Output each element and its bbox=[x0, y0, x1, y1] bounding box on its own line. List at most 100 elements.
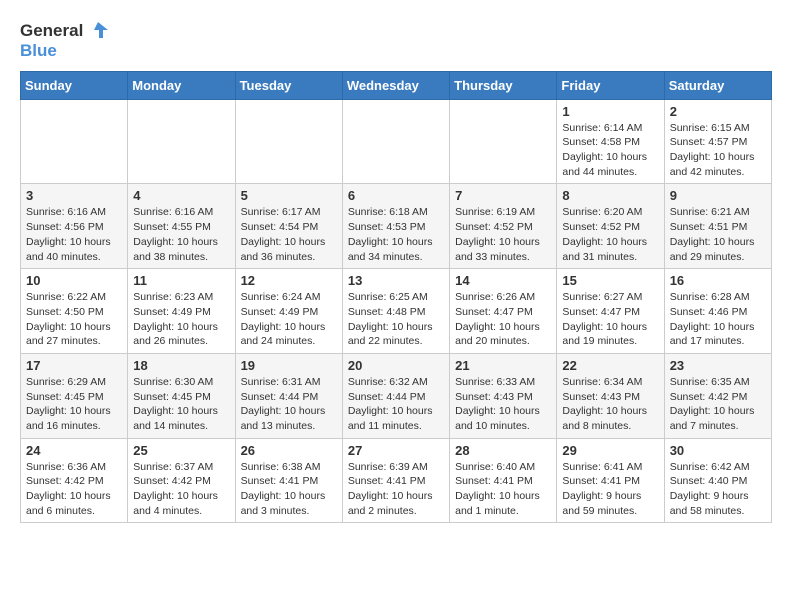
day-cell: 28Sunrise: 6:40 AM Sunset: 4:41 PM Dayli… bbox=[450, 438, 557, 523]
weekday-header-thursday: Thursday bbox=[450, 71, 557, 99]
day-info: Sunrise: 6:17 AM Sunset: 4:54 PM Dayligh… bbox=[241, 205, 337, 264]
day-number: 14 bbox=[455, 273, 551, 288]
day-number: 19 bbox=[241, 358, 337, 373]
day-cell: 9 Sunrise: 6:21 AM Sunset: 4:51 PM Daylig… bbox=[664, 184, 771, 269]
day-info: Sunrise: 6:25 AM Sunset: 4:48 PM Dayligh… bbox=[348, 290, 444, 349]
day-cell: 3 Sunrise: 6:16 AM Sunset: 4:56 PM Daylig… bbox=[21, 184, 128, 269]
day-cell: 29Sunrise: 6:41 AM Sunset: 4:41 PM Dayli… bbox=[557, 438, 664, 523]
day-number: 8 bbox=[562, 188, 658, 203]
day-number: 7 bbox=[455, 188, 551, 203]
day-info: Sunrise: 6:37 AM Sunset: 4:42 PM Dayligh… bbox=[133, 460, 229, 519]
day-number: 1 bbox=[562, 104, 658, 119]
day-cell: 7Sunrise: 6:19 AM Sunset: 4:52 PM Daylig… bbox=[450, 184, 557, 269]
day-cell: 11 Sunrise: 6:23 AM Sunset: 4:49 PM Dayli… bbox=[128, 269, 235, 354]
day-number: 11 bbox=[133, 273, 229, 288]
day-info: Sunrise: 6:18 AM Sunset: 4:53 PM Dayligh… bbox=[348, 205, 444, 264]
weekday-header-tuesday: Tuesday bbox=[235, 71, 342, 99]
day-number: 15 bbox=[562, 273, 658, 288]
page-header: General Blue bbox=[20, 20, 772, 61]
day-cell: 30Sunrise: 6:42 AM Sunset: 4:40 PM Dayli… bbox=[664, 438, 771, 523]
day-number: 4 bbox=[133, 188, 229, 203]
weekday-header-sunday: Sunday bbox=[21, 71, 128, 99]
day-info: Sunrise: 6:22 AM Sunset: 4:50 PM Dayligh… bbox=[26, 290, 122, 349]
day-cell: 14 Sunrise: 6:26 AM Sunset: 4:47 PM Dayli… bbox=[450, 269, 557, 354]
day-cell: 4 Sunrise: 6:16 AM Sunset: 4:55 PM Daylig… bbox=[128, 184, 235, 269]
day-info: Sunrise: 6:31 AM Sunset: 4:44 PM Dayligh… bbox=[241, 375, 337, 434]
day-cell bbox=[450, 99, 557, 184]
weekday-header-saturday: Saturday bbox=[664, 71, 771, 99]
day-number: 18 bbox=[133, 358, 229, 373]
day-info: Sunrise: 6:24 AM Sunset: 4:49 PM Dayligh… bbox=[241, 290, 337, 349]
day-cell bbox=[235, 99, 342, 184]
day-info: Sunrise: 6:42 AM Sunset: 4:40 PM Dayligh… bbox=[670, 460, 766, 519]
day-number: 17 bbox=[26, 358, 122, 373]
day-info: Sunrise: 6:36 AM Sunset: 4:42 PM Dayligh… bbox=[26, 460, 122, 519]
day-cell: 15 Sunrise: 6:27 AM Sunset: 4:47 PM Dayli… bbox=[557, 269, 664, 354]
week-row-4: 17 Sunrise: 6:29 AM Sunset: 4:45 PM Dayli… bbox=[21, 353, 772, 438]
day-cell: 2Sunrise: 6:15 AM Sunset: 4:57 PM Daylig… bbox=[664, 99, 771, 184]
week-row-3: 10 Sunrise: 6:22 AM Sunset: 4:50 PM Dayli… bbox=[21, 269, 772, 354]
day-number: 3 bbox=[26, 188, 122, 203]
day-info: Sunrise: 6:35 AM Sunset: 4:42 PM Dayligh… bbox=[670, 375, 766, 434]
day-number: 23 bbox=[670, 358, 766, 373]
day-info: Sunrise: 6:20 AM Sunset: 4:52 PM Dayligh… bbox=[562, 205, 658, 264]
day-info: Sunrise: 6:28 AM Sunset: 4:46 PM Dayligh… bbox=[670, 290, 766, 349]
week-row-2: 3 Sunrise: 6:16 AM Sunset: 4:56 PM Daylig… bbox=[21, 184, 772, 269]
logo-general-text: General bbox=[20, 22, 83, 41]
day-info: Sunrise: 6:32 AM Sunset: 4:44 PM Dayligh… bbox=[348, 375, 444, 434]
calendar-table: SundayMondayTuesdayWednesdayThursdayFrid… bbox=[20, 71, 772, 524]
weekday-header-wednesday: Wednesday bbox=[342, 71, 449, 99]
logo: General Blue bbox=[20, 20, 108, 61]
day-number: 28 bbox=[455, 443, 551, 458]
day-number: 13 bbox=[348, 273, 444, 288]
day-number: 20 bbox=[348, 358, 444, 373]
day-info: Sunrise: 6:27 AM Sunset: 4:47 PM Dayligh… bbox=[562, 290, 658, 349]
day-cell: 16 Sunrise: 6:28 AM Sunset: 4:46 PM Dayli… bbox=[664, 269, 771, 354]
day-info: Sunrise: 6:16 AM Sunset: 4:55 PM Dayligh… bbox=[133, 205, 229, 264]
day-info: Sunrise: 6:39 AM Sunset: 4:41 PM Dayligh… bbox=[348, 460, 444, 519]
day-info: Sunrise: 6:26 AM Sunset: 4:47 PM Dayligh… bbox=[455, 290, 551, 349]
week-row-5: 24 Sunrise: 6:36 AM Sunset: 4:42 PM Dayli… bbox=[21, 438, 772, 523]
day-cell: 8 Sunrise: 6:20 AM Sunset: 4:52 PM Daylig… bbox=[557, 184, 664, 269]
week-row-1: 1 Sunrise: 6:14 AM Sunset: 4:58 PM Daylig… bbox=[21, 99, 772, 184]
day-cell: 21Sunrise: 6:33 AM Sunset: 4:43 PM Dayli… bbox=[450, 353, 557, 438]
day-cell: 10 Sunrise: 6:22 AM Sunset: 4:50 PM Dayli… bbox=[21, 269, 128, 354]
day-info: Sunrise: 6:23 AM Sunset: 4:49 PM Dayligh… bbox=[133, 290, 229, 349]
day-cell: 17 Sunrise: 6:29 AM Sunset: 4:45 PM Dayli… bbox=[21, 353, 128, 438]
day-cell: 1 Sunrise: 6:14 AM Sunset: 4:58 PM Daylig… bbox=[557, 99, 664, 184]
day-cell: 6Sunrise: 6:18 AM Sunset: 4:53 PM Daylig… bbox=[342, 184, 449, 269]
day-cell: 20 Sunrise: 6:32 AM Sunset: 4:44 PM Dayli… bbox=[342, 353, 449, 438]
day-cell: 26 Sunrise: 6:38 AM Sunset: 4:41 PM Dayli… bbox=[235, 438, 342, 523]
day-cell: 24 Sunrise: 6:36 AM Sunset: 4:42 PM Dayli… bbox=[21, 438, 128, 523]
day-number: 25 bbox=[133, 443, 229, 458]
logo-bird-icon bbox=[86, 20, 108, 42]
day-info: Sunrise: 6:14 AM Sunset: 4:58 PM Dayligh… bbox=[562, 121, 658, 180]
day-number: 10 bbox=[26, 273, 122, 288]
day-cell: 22 Sunrise: 6:34 AM Sunset: 4:43 PM Dayli… bbox=[557, 353, 664, 438]
day-number: 26 bbox=[241, 443, 337, 458]
day-info: Sunrise: 6:21 AM Sunset: 4:51 PM Dayligh… bbox=[670, 205, 766, 264]
day-number: 22 bbox=[562, 358, 658, 373]
day-number: 27 bbox=[348, 443, 444, 458]
weekday-header-monday: Monday bbox=[128, 71, 235, 99]
day-cell: 13 Sunrise: 6:25 AM Sunset: 4:48 PM Dayli… bbox=[342, 269, 449, 354]
day-cell bbox=[128, 99, 235, 184]
day-info: Sunrise: 6:34 AM Sunset: 4:43 PM Dayligh… bbox=[562, 375, 658, 434]
day-number: 16 bbox=[670, 273, 766, 288]
day-cell bbox=[21, 99, 128, 184]
day-cell bbox=[342, 99, 449, 184]
day-info: Sunrise: 6:38 AM Sunset: 4:41 PM Dayligh… bbox=[241, 460, 337, 519]
day-info: Sunrise: 6:16 AM Sunset: 4:56 PM Dayligh… bbox=[26, 205, 122, 264]
day-number: 9 bbox=[670, 188, 766, 203]
day-cell: 12 Sunrise: 6:24 AM Sunset: 4:49 PM Dayli… bbox=[235, 269, 342, 354]
day-number: 29 bbox=[562, 443, 658, 458]
day-cell: 27 Sunrise: 6:39 AM Sunset: 4:41 PM Dayli… bbox=[342, 438, 449, 523]
day-cell: 23 Sunrise: 6:35 AM Sunset: 4:42 PM Dayli… bbox=[664, 353, 771, 438]
day-number: 21 bbox=[455, 358, 551, 373]
day-number: 5 bbox=[241, 188, 337, 203]
day-number: 24 bbox=[26, 443, 122, 458]
day-cell: 19 Sunrise: 6:31 AM Sunset: 4:44 PM Dayli… bbox=[235, 353, 342, 438]
day-number: 12 bbox=[241, 273, 337, 288]
day-cell: 25 Sunrise: 6:37 AM Sunset: 4:42 PM Dayli… bbox=[128, 438, 235, 523]
day-info: Sunrise: 6:29 AM Sunset: 4:45 PM Dayligh… bbox=[26, 375, 122, 434]
